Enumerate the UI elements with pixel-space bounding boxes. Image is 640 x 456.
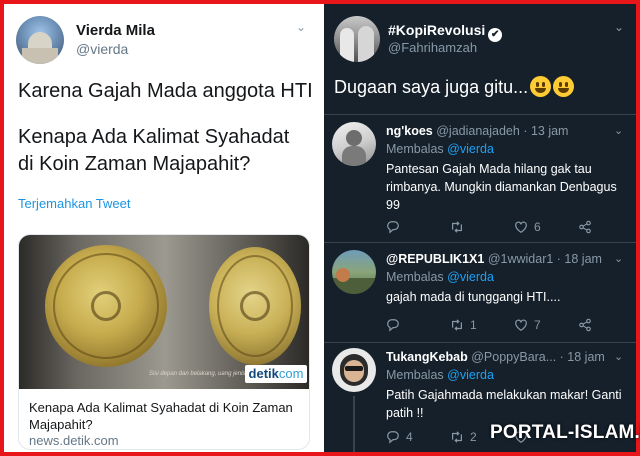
reply-tweet[interactable]: @REPUBLIK1X1 @1wwidar1 · 18 jam ⌄ Membal… (324, 250, 636, 342)
replying-to: Membalas @vierda (386, 142, 494, 156)
retweet-icon (452, 221, 462, 233)
reply-tweet[interactable]: ng'koes @jadianajadeh · 13 jam ⌄ Membala… (324, 122, 636, 236)
reply-button[interactable] (386, 220, 406, 234)
reply-text: gajah mada di tunggangi HTI.... (386, 290, 561, 304)
reply-text: Pantesan Gajah Mada hilang gak tau rimba… (386, 162, 617, 212)
like-count: 7 (534, 318, 541, 332)
tweet-text-line1: Karena Gajah Mada anggota HTI (18, 80, 313, 102)
reply-time: · 13 jam (523, 124, 569, 138)
replying-to: Membalas @vierda (386, 368, 494, 382)
author-handle[interactable]: @Fahrihamzah (388, 40, 477, 55)
logo-main: detik (248, 366, 279, 381)
logo-sub: com (278, 366, 304, 381)
tweet-text: Dugaan saya juga gitu... (334, 76, 575, 98)
avatar[interactable] (334, 16, 380, 62)
reply-header: TukangKebab @PoppyBara... · 18 jam (386, 350, 626, 364)
share-icon (579, 220, 591, 234)
retweet-count: 1 (470, 318, 477, 332)
avatar[interactable] (332, 250, 376, 294)
divider (324, 242, 636, 243)
author-handle[interactable]: @vierda (76, 41, 128, 57)
verified-badge-icon: ✔ (488, 28, 503, 42)
reply-button[interactable] (386, 318, 406, 332)
replying-to-handle[interactable]: @vierda (447, 142, 494, 156)
translate-tweet-link[interactable]: Terjemahkan Tweet (18, 196, 131, 211)
coin-image-front (45, 245, 167, 367)
heart-icon (515, 319, 527, 331)
reply-author-handle[interactable]: @1wwidar1 (488, 252, 554, 266)
reply-header: ng'koes @jadianajadeh · 13 jam (386, 124, 626, 138)
card-title: Kenapa Ada Kalimat Syahadat di Koin Zama… (29, 400, 293, 432)
replying-prefix: Membalas (386, 368, 444, 382)
like-button[interactable]: 6 (514, 220, 541, 234)
share-button[interactable] (578, 220, 592, 234)
reply-author-handle[interactable]: @jadianajadeh (436, 124, 520, 138)
replying-to-handle[interactable]: @vierda (447, 368, 494, 382)
reply-author-handle[interactable]: @PoppyBara... (471, 350, 556, 364)
author-name[interactable]: #KopiRevolusi ✔ (388, 22, 503, 42)
chevron-down-icon[interactable]: ⌄ (614, 252, 623, 265)
avatar[interactable] (332, 348, 376, 392)
retweet-icon (452, 319, 462, 331)
grinning-face-emoji-icon (553, 76, 575, 97)
avatar-building-base (22, 48, 58, 64)
chevron-down-icon[interactable]: ⌄ (614, 124, 623, 137)
retweet-button[interactable] (450, 220, 470, 234)
tweet-text-body: Dugaan saya juga gitu... (334, 77, 529, 97)
reply-time: · 18 jam (556, 252, 602, 266)
avatar[interactable] (332, 122, 376, 166)
chevron-down-icon[interactable]: ⌄ (614, 20, 624, 34)
heart-icon (515, 221, 527, 233)
share-icon (579, 318, 591, 332)
reply-actions: 6 (386, 220, 622, 236)
tweet-text-line2: Kenapa Ada Kalimat Syahadat di Koin Zama… (18, 126, 290, 175)
retweet-button[interactable]: 1 (450, 318, 477, 332)
link-preview-image: Sisi depan dan belakang, uang jenis ini … (19, 235, 309, 389)
link-preview-card[interactable]: Sisi depan dan belakang, uang jenis ini … (18, 234, 310, 450)
like-count: 6 (534, 220, 541, 234)
replying-prefix: Membalas (386, 270, 444, 284)
coin-image-back (209, 247, 301, 365)
reply-icon (387, 319, 399, 332)
avatar[interactable] (16, 16, 64, 64)
reply-text: Patih Gajahmada melakukan makar! Ganti p… (386, 388, 622, 420)
reply-author-name[interactable]: @REPUBLIK1X1 (386, 252, 484, 266)
retweet-icon (452, 431, 462, 443)
reply-button[interactable]: 4 (386, 430, 413, 444)
author-name-text: #KopiRevolusi (388, 22, 486, 38)
reply-author-name[interactable]: ng'koes (386, 124, 433, 138)
chevron-down-icon[interactable]: ⌄ (614, 350, 623, 363)
replying-to-handle[interactable]: @vierda (447, 270, 494, 284)
reply-icon (387, 431, 399, 444)
replying-to: Membalas @vierda (386, 270, 494, 284)
detik-logo: detikcom (245, 365, 307, 383)
like-button[interactable]: 7 (514, 318, 541, 332)
retweet-button[interactable]: 2 (450, 430, 477, 444)
chevron-down-icon[interactable]: ⌄ (296, 20, 306, 34)
watermark: PORTAL-ISLAM.ID (490, 422, 640, 443)
author-name[interactable]: Vierda Mila (76, 22, 155, 39)
reply-count: 4 (406, 430, 413, 444)
reply-header: @REPUBLIK1X1 @1wwidar1 · 18 jam (386, 252, 626, 266)
reply-actions: 1 7 (386, 318, 622, 334)
share-button[interactable] (578, 318, 592, 332)
thread-line (353, 396, 355, 452)
reply-author-name[interactable]: TukangKebab (386, 350, 468, 364)
retweet-count: 2 (470, 430, 477, 444)
right-tweet-panel: #KopiRevolusi ✔ @Fahrihamzah ⌄ Dugaan say… (324, 4, 636, 452)
card-domain: news.detik.com (29, 433, 119, 448)
divider (324, 342, 636, 343)
grinning-face-emoji-icon (530, 76, 552, 97)
left-tweet-panel: Vierda Mila @vierda ⌄ Karena Gajah Mada … (4, 4, 318, 452)
replying-prefix: Membalas (386, 142, 444, 156)
screenshot-frame: Vierda Mila @vierda ⌄ Karena Gajah Mada … (4, 4, 636, 452)
reply-icon (387, 221, 399, 234)
reply-time: · 18 jam (559, 350, 605, 364)
divider (324, 114, 636, 115)
